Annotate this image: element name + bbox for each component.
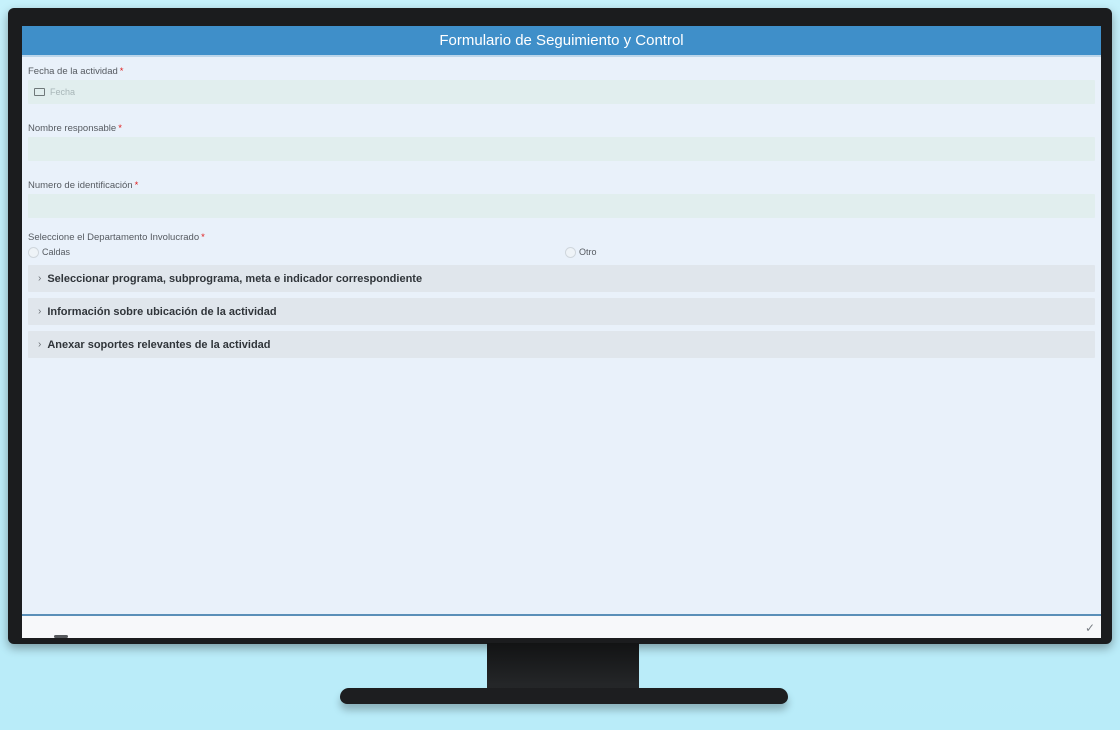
departamento-radio-group: Caldas Otro — [28, 245, 1095, 259]
required-marker: * — [134, 180, 139, 191]
section-label: Información sobre ubicación de la activi… — [47, 305, 277, 318]
section-label: Seleccionar programa, subprograma, meta … — [47, 272, 423, 285]
monitor-stand-neck — [487, 643, 639, 691]
form-footer: ✓ — [22, 614, 1101, 638]
section-ubicacion[interactable]: › Información sobre ubicación de la acti… — [28, 298, 1095, 325]
chevron-right-icon: › — [38, 273, 42, 284]
radio-label: Otro — [579, 247, 597, 257]
monitor-stand-base — [340, 688, 788, 704]
departamento-label: Seleccione el Departamento Involucrado * — [28, 231, 1095, 244]
section-label: Anexar soportes relevantes de la activid… — [47, 338, 271, 351]
required-marker: * — [201, 232, 205, 243]
identificacion-input[interactable] — [28, 194, 1095, 218]
screen: Formulario de Seguimiento y Control Fech… — [22, 26, 1101, 638]
responsable-input[interactable] — [28, 137, 1095, 161]
required-marker: * — [119, 66, 124, 77]
section-programa[interactable]: › Seleccionar programa, subprograma, met… — [28, 265, 1095, 292]
radio-label: Caldas — [42, 247, 71, 257]
checkmark-icon[interactable]: ✓ — [1083, 621, 1097, 635]
radio-option-caldas[interactable]: Caldas — [28, 246, 565, 258]
identificacion-label-text: Numero de identificación — [28, 180, 133, 191]
monitor-logo — [54, 635, 68, 638]
chevron-right-icon: › — [38, 306, 42, 317]
fecha-placeholder: Fecha — [50, 87, 76, 97]
form-body: Fecha de la actividad * Fecha Nombre resp… — [22, 57, 1101, 358]
radio-circle[interactable] — [28, 246, 39, 258]
scene: Formulario de Seguimiento y Control Fech… — [0, 0, 1120, 730]
required-marker: * — [118, 123, 122, 134]
monitor: Formulario de Seguimiento y Control Fech… — [8, 8, 1112, 644]
radio-circle[interactable] — [565, 246, 576, 258]
chevron-right-icon: › — [38, 339, 42, 350]
responsable-label: Nombre responsable * — [28, 122, 1095, 135]
departamento-label-text: Seleccione el Departamento Involucrado — [28, 232, 200, 243]
identificacion-label: Numero de identificación * — [28, 179, 1095, 192]
section-soportes[interactable]: › Anexar soportes relevantes de la activ… — [28, 331, 1095, 358]
radio-option-otro[interactable]: Otro — [565, 246, 597, 258]
form-title: Formulario de Seguimiento y Control — [22, 26, 1101, 57]
fecha-label-text: Fecha de la actividad — [28, 66, 118, 77]
responsable-label-text: Nombre responsable — [28, 123, 117, 134]
calendar-icon — [34, 88, 45, 96]
fecha-input[interactable]: Fecha — [28, 80, 1095, 104]
fecha-label: Fecha de la actividad * — [28, 65, 1095, 78]
